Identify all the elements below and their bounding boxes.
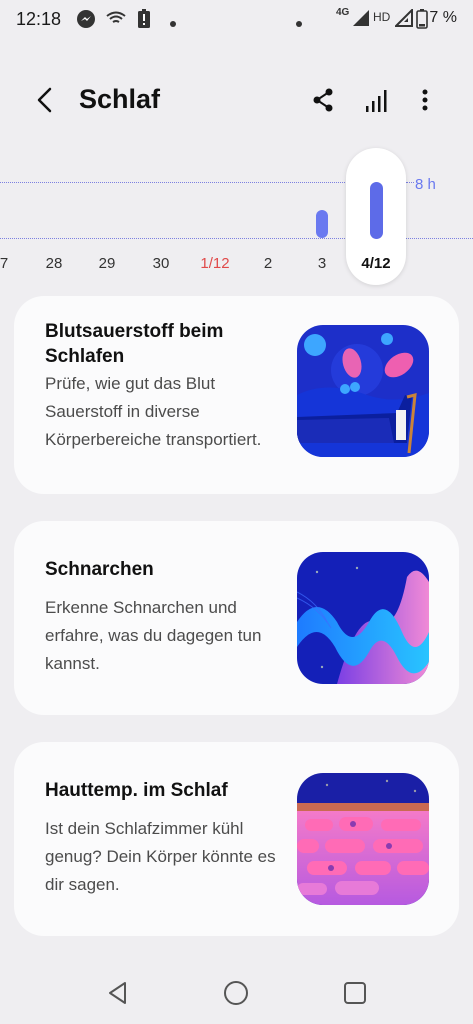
chart-y-reference-label: 8 h (415, 176, 436, 193)
wifi-call-icon (105, 9, 127, 34)
hd-label: HD (373, 10, 391, 24)
chart-selected-label: 4/12 (361, 255, 391, 272)
signal-icon (393, 7, 413, 32)
stats-button[interactable] (362, 84, 392, 116)
nav-home-icon (224, 981, 248, 1005)
chart-tick-label-today[interactable]: 1/12 (195, 255, 235, 272)
back-button[interactable] (30, 84, 62, 116)
card-skin-temperature[interactable]: Hauttemp. im Schlaf Ist dein Schlafzimme… (14, 742, 459, 936)
chart-selected-day[interactable]: 4/12 (346, 148, 406, 285)
messenger-icon (76, 9, 96, 34)
chart-baseline (0, 238, 345, 239)
chart-bar-selected (370, 182, 383, 239)
card-blood-oxygen[interactable]: Blutsauerstoff beim Schlafen Prüfe, wie … (14, 296, 459, 494)
more-vert-icon (422, 89, 428, 111)
share-icon (313, 88, 333, 112)
dot-icon (170, 14, 176, 32)
status-time: 12:18 (16, 9, 62, 29)
chart-tick-label[interactable]: 30 (141, 255, 181, 272)
card-title: Blutsauerstoff beim Schlafen (45, 321, 224, 367)
battery-alert-icon (137, 9, 151, 34)
card-description: Ist dein Schlafzimmer kühl genug? Dein K… (45, 819, 276, 894)
chart-tick-label[interactable]: 29 (87, 255, 127, 272)
card-snoring[interactable]: Schnarchen Erkenne Schnarchen und erfahr… (14, 521, 459, 715)
skin-temperature-illustration (297, 773, 429, 905)
nav-home-button[interactable] (221, 978, 251, 1008)
nav-recents-icon (344, 982, 366, 1004)
chart-tick-label[interactable]: 3 (302, 255, 342, 272)
dot-icon (296, 14, 302, 32)
stats-icon (366, 90, 387, 112)
snoring-wave-illustration (297, 552, 429, 684)
card-title: Hauttemp. im Schlaf (45, 780, 228, 801)
network-type-label: 4G (336, 7, 350, 18)
more-options-button[interactable] (412, 84, 442, 116)
chart-bar[interactable] (316, 209, 328, 238)
sleep-chart[interactable]: 8 h 7 28 29 30 1/12 2 3 4/12 (0, 140, 473, 290)
nav-back-icon (109, 982, 126, 1004)
status-bar: 12:18 4G HD 7 % (0, 0, 473, 38)
app-header: Schlaf (0, 70, 473, 130)
chart-baseline (406, 238, 473, 239)
battery-icon (416, 9, 428, 34)
share-button[interactable] (308, 84, 338, 116)
card-description: Erkenne Schnarchen und erfahre, was du d… (45, 598, 262, 673)
chart-reference-line (0, 182, 345, 183)
nav-recents-button[interactable] (340, 978, 370, 1008)
chart-tick-label[interactable]: 28 (34, 255, 74, 272)
page-title: Schlaf (79, 84, 161, 114)
chart-reference-line (406, 182, 414, 183)
battery-percent: 7 % (429, 9, 457, 26)
back-arrow-icon (37, 87, 52, 113)
chart-tick-label[interactable]: 2 (248, 255, 288, 272)
nav-back-button[interactable] (103, 978, 133, 1008)
system-nav-bar (0, 960, 473, 1024)
card-description: Prüfe, wie gut das Blut Sauerstoff in di… (45, 374, 262, 449)
signal-icon (352, 9, 370, 32)
blood-oxygen-illustration (297, 325, 429, 457)
chart-tick-label[interactable]: 7 (0, 255, 24, 272)
card-title: Schnarchen (45, 559, 154, 580)
